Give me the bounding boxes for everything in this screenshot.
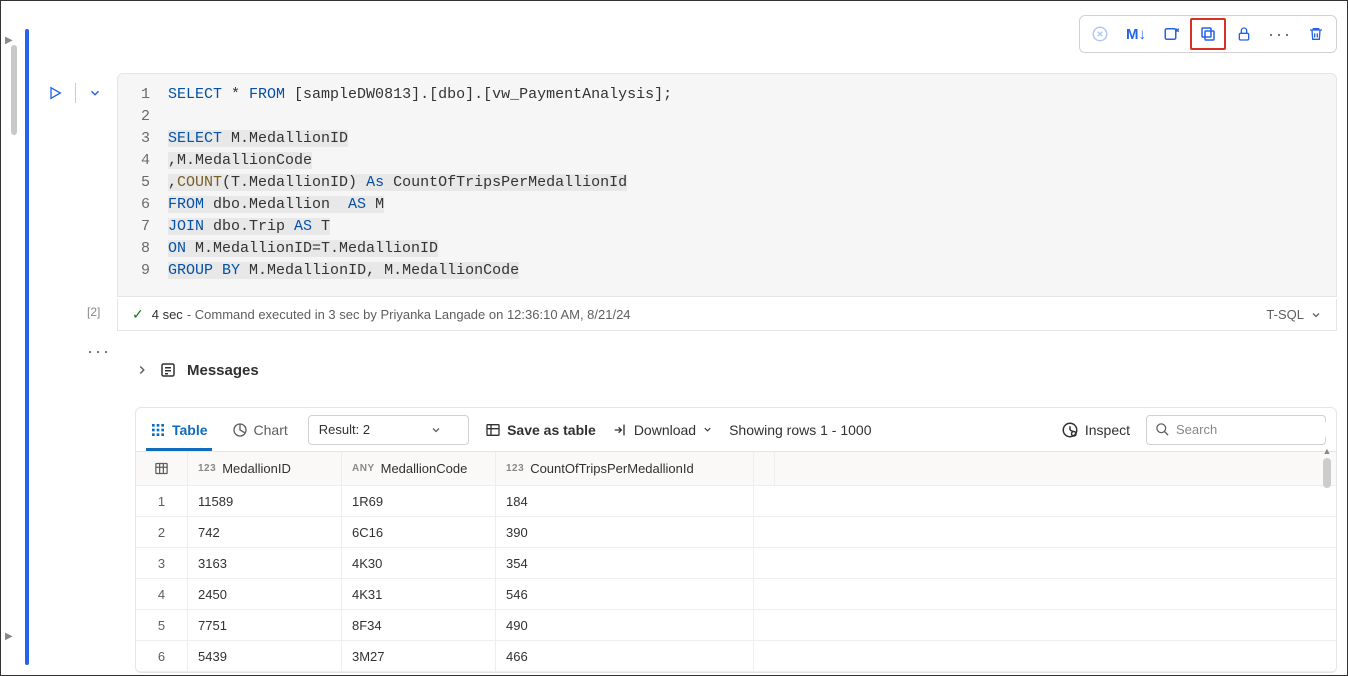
lock-icon[interactable] — [1226, 18, 1262, 50]
pie-chart-icon — [232, 422, 248, 438]
table-row[interactable]: 27426C16390 — [136, 517, 1336, 548]
delete-icon[interactable] — [1298, 18, 1334, 50]
run-cell-icon[interactable] — [47, 85, 63, 101]
main-area: M↓ ··· 1SELECT * FROM [sampleDW0813].[db… — [41, 11, 1337, 665]
inspect-icon — [1061, 421, 1079, 439]
chevron-right-icon — [135, 363, 149, 377]
results-panel: Table Chart Result: 2 Save as table — [135, 407, 1337, 673]
run-options-chevron-icon[interactable] — [88, 86, 102, 100]
ai-assist-icon[interactable] — [1082, 18, 1118, 50]
messages-label: Messages — [187, 362, 259, 379]
chevron-down-icon — [702, 424, 713, 435]
table-row[interactable]: 654393M27466 — [136, 641, 1336, 672]
status-text: - Command executed in 3 sec by Priyanka … — [187, 307, 631, 322]
download-button[interactable]: Download — [612, 422, 713, 438]
search-box[interactable] — [1146, 415, 1326, 445]
table-row[interactable]: 331634K30354 — [136, 548, 1336, 579]
execution-status: ✓ 4 sec - Command executed in 3 sec by P… — [117, 299, 1337, 331]
inspect-button[interactable]: Inspect — [1061, 421, 1130, 439]
chevron-down-icon — [430, 424, 442, 436]
result-select[interactable]: Result: 2 — [308, 415, 469, 445]
table-header-row: 123MedallionID ANYMedallionCode 123Count… — [136, 452, 1336, 486]
save-as-table-button[interactable]: Save as table — [485, 422, 596, 438]
language-label[interactable]: T-SQL — [1266, 307, 1304, 322]
cell-active-marker — [25, 29, 29, 665]
tab-chart[interactable]: Chart — [228, 408, 292, 451]
cell-toolbar: M↓ ··· — [1079, 15, 1337, 53]
clear-output-icon[interactable] — [1154, 18, 1190, 50]
results-scrollbar[interactable]: ▲ — [1322, 446, 1332, 668]
rows-info: Showing rows 1 - 1000 — [729, 422, 871, 438]
status-duration: 4 sec — [152, 307, 183, 322]
table-icon — [485, 422, 501, 438]
tab-table[interactable]: Table — [146, 408, 212, 451]
results-table: 123MedallionID ANYMedallionCode 123Count… — [136, 452, 1336, 672]
expand-rail-icon[interactable]: ▶ — [5, 35, 13, 46]
success-check-icon: ✓ — [132, 306, 144, 323]
table-row[interactable]: 577518F34490 — [136, 610, 1336, 641]
table-row[interactable]: 424504K31546 — [136, 579, 1336, 610]
column-header-medallioncode[interactable]: ANYMedallionCode — [342, 452, 496, 485]
expand-rail-icon-2[interactable]: ▶ — [5, 631, 13, 642]
code-editor[interactable]: 1SELECT * FROM [sampleDW0813].[dbo].[vw_… — [117, 73, 1337, 297]
chevron-down-icon[interactable] — [1310, 309, 1322, 321]
results-toolbar: Table Chart Result: 2 Save as table — [136, 408, 1336, 452]
left-scrollbar-thumb[interactable] — [11, 45, 17, 135]
separator — [75, 83, 76, 103]
table-grid-icon — [150, 422, 166, 438]
cell-menu-icon[interactable]: ··· — [87, 341, 111, 362]
more-icon[interactable]: ··· — [1262, 18, 1298, 50]
pop-out-icon[interactable] — [1190, 18, 1226, 50]
search-icon — [1155, 422, 1170, 437]
scroll-thumb[interactable] — [1323, 458, 1331, 488]
column-header-medallionid[interactable]: 123MedallionID — [188, 452, 342, 485]
scroll-up-icon[interactable]: ▲ — [1322, 446, 1332, 456]
table-row[interactable]: 1115891R69184 — [136, 486, 1336, 517]
messages-icon — [159, 361, 177, 379]
search-input[interactable] — [1176, 422, 1337, 437]
download-icon — [612, 422, 628, 438]
messages-section-header[interactable]: Messages — [135, 361, 259, 379]
column-header-count[interactable]: 123CountOfTripsPerMedallionId — [496, 452, 754, 485]
markdown-toggle[interactable]: M↓ — [1118, 18, 1154, 50]
run-controls — [47, 83, 102, 103]
cell-index: [2] — [87, 305, 100, 319]
row-index-header[interactable] — [136, 452, 188, 485]
